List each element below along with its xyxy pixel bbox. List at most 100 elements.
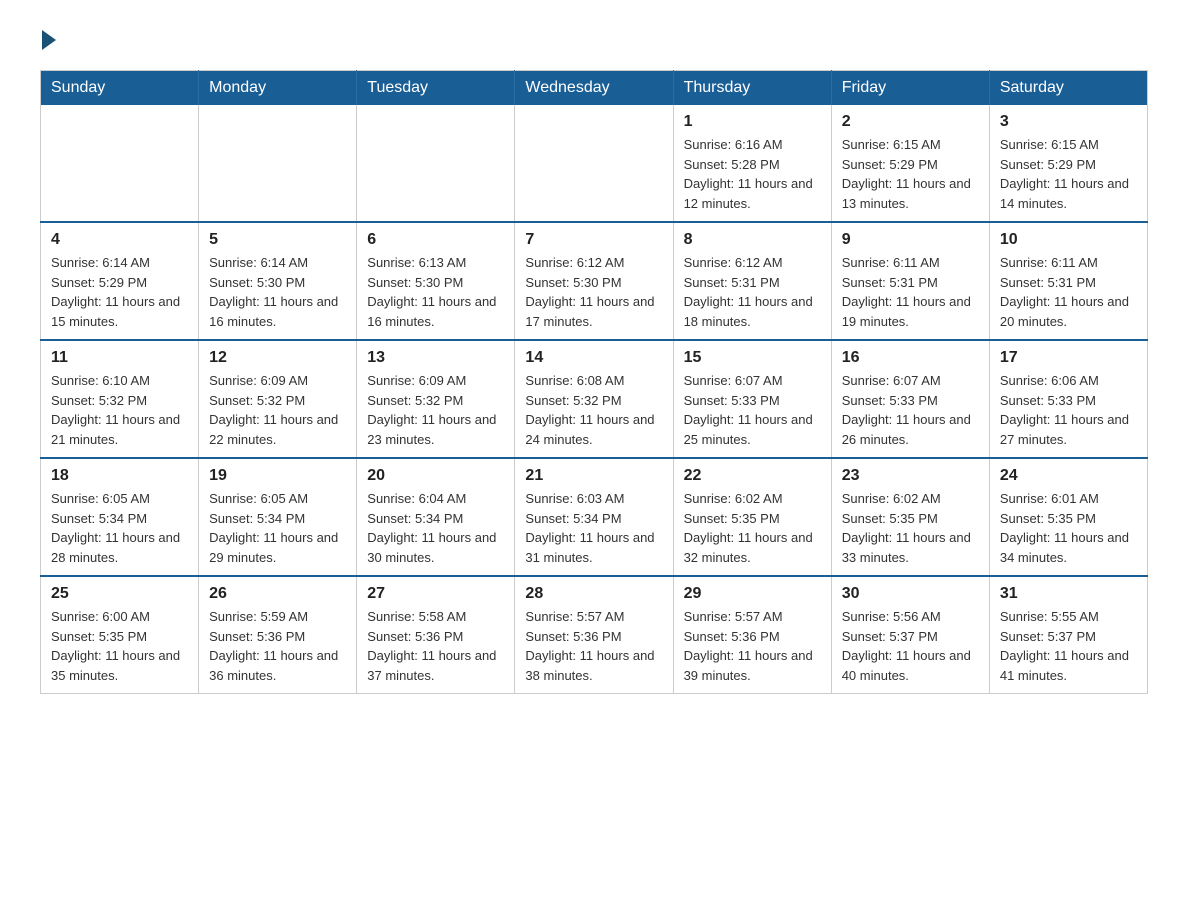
day-info: Sunrise: 5:57 AM Sunset: 5:36 PM Dayligh…	[684, 607, 821, 685]
day-number: 2	[842, 113, 979, 131]
day-info: Sunrise: 6:09 AM Sunset: 5:32 PM Dayligh…	[209, 371, 346, 449]
calendar-cell: 5 Sunrise: 6:14 AM Sunset: 5:30 PM Daylig…	[199, 222, 357, 340]
day-number: 14	[525, 349, 662, 367]
day-number: 5	[209, 231, 346, 249]
day-info: Sunrise: 6:15 AM Sunset: 5:29 PM Dayligh…	[842, 135, 979, 213]
calendar-week-5: 25 Sunrise: 6:00 AM Sunset: 5:35 PM Dayli…	[41, 576, 1148, 694]
calendar-week-4: 18 Sunrise: 6:05 AM Sunset: 5:34 PM Dayli…	[41, 458, 1148, 576]
day-info: Sunrise: 6:11 AM Sunset: 5:31 PM Dayligh…	[842, 253, 979, 331]
calendar-cell: 12 Sunrise: 6:09 AM Sunset: 5:32 PM Dayli…	[199, 340, 357, 458]
calendar-header-saturday: Saturday	[989, 71, 1147, 106]
day-number: 31	[1000, 585, 1137, 603]
day-info: Sunrise: 6:08 AM Sunset: 5:32 PM Dayligh…	[525, 371, 662, 449]
calendar-cell: 11Sunrise: 6:10 AM Sunset: 5:32 PM Dayli…	[41, 340, 199, 458]
day-number: 10	[1000, 231, 1137, 249]
day-number: 4	[51, 231, 188, 249]
calendar-cell: 17Sunrise: 6:06 AM Sunset: 5:33 PM Dayli…	[989, 340, 1147, 458]
calendar-cell	[199, 105, 357, 222]
calendar-header-friday: Friday	[831, 71, 989, 106]
day-info: Sunrise: 6:07 AM Sunset: 5:33 PM Dayligh…	[684, 371, 821, 449]
calendar-cell: 31 Sunrise: 5:55 AM Sunset: 5:37 PM Dayli…	[989, 576, 1147, 694]
day-number: 24	[1000, 467, 1137, 485]
calendar-cell: 3 Sunrise: 6:15 AM Sunset: 5:29 PM Daylig…	[989, 105, 1147, 222]
day-number: 30	[842, 585, 979, 603]
day-info: Sunrise: 5:58 AM Sunset: 5:36 PM Dayligh…	[367, 607, 504, 685]
day-info: Sunrise: 6:14 AM Sunset: 5:30 PM Dayligh…	[209, 253, 346, 331]
day-number: 21	[525, 467, 662, 485]
day-number: 3	[1000, 113, 1137, 131]
day-number: 6	[367, 231, 504, 249]
calendar-cell: 13 Sunrise: 6:09 AM Sunset: 5:32 PM Dayli…	[357, 340, 515, 458]
day-info: Sunrise: 6:01 AM Sunset: 5:35 PM Dayligh…	[1000, 489, 1137, 567]
calendar-table: SundayMondayTuesdayWednesdayThursdayFrid…	[40, 70, 1148, 694]
calendar-cell: 15Sunrise: 6:07 AM Sunset: 5:33 PM Dayli…	[673, 340, 831, 458]
calendar-cell: 23 Sunrise: 6:02 AM Sunset: 5:35 PM Dayli…	[831, 458, 989, 576]
day-info: Sunrise: 6:03 AM Sunset: 5:34 PM Dayligh…	[525, 489, 662, 567]
logo	[40, 30, 58, 50]
calendar-cell: 22Sunrise: 6:02 AM Sunset: 5:35 PM Dayli…	[673, 458, 831, 576]
calendar-header-sunday: Sunday	[41, 71, 199, 106]
calendar-week-2: 4 Sunrise: 6:14 AM Sunset: 5:29 PM Daylig…	[41, 222, 1148, 340]
day-info: Sunrise: 6:15 AM Sunset: 5:29 PM Dayligh…	[1000, 135, 1137, 213]
calendar-cell: 19 Sunrise: 6:05 AM Sunset: 5:34 PM Dayli…	[199, 458, 357, 576]
day-info: Sunrise: 6:14 AM Sunset: 5:29 PM Dayligh…	[51, 253, 188, 331]
day-number: 25	[51, 585, 188, 603]
day-number: 7	[525, 231, 662, 249]
calendar-cell: 28 Sunrise: 5:57 AM Sunset: 5:36 PM Dayli…	[515, 576, 673, 694]
logo-arrow-icon	[42, 30, 56, 50]
day-number: 9	[842, 231, 979, 249]
day-info: Sunrise: 5:57 AM Sunset: 5:36 PM Dayligh…	[525, 607, 662, 685]
calendar-header-thursday: Thursday	[673, 71, 831, 106]
day-info: Sunrise: 6:00 AM Sunset: 5:35 PM Dayligh…	[51, 607, 188, 685]
day-info: Sunrise: 6:07 AM Sunset: 5:33 PM Dayligh…	[842, 371, 979, 449]
calendar-cell: 2 Sunrise: 6:15 AM Sunset: 5:29 PM Daylig…	[831, 105, 989, 222]
day-info: Sunrise: 5:59 AM Sunset: 5:36 PM Dayligh…	[209, 607, 346, 685]
day-info: Sunrise: 6:10 AM Sunset: 5:32 PM Dayligh…	[51, 371, 188, 449]
day-info: Sunrise: 6:09 AM Sunset: 5:32 PM Dayligh…	[367, 371, 504, 449]
day-number: 28	[525, 585, 662, 603]
day-info: Sunrise: 6:04 AM Sunset: 5:34 PM Dayligh…	[367, 489, 504, 567]
day-info: Sunrise: 6:11 AM Sunset: 5:31 PM Dayligh…	[1000, 253, 1137, 331]
calendar-cell	[357, 105, 515, 222]
day-number: 26	[209, 585, 346, 603]
calendar-week-1: 1 Sunrise: 6:16 AM Sunset: 5:28 PM Daylig…	[41, 105, 1148, 222]
day-number: 18	[51, 467, 188, 485]
day-info: Sunrise: 5:55 AM Sunset: 5:37 PM Dayligh…	[1000, 607, 1137, 685]
calendar-cell: 8 Sunrise: 6:12 AM Sunset: 5:31 PM Daylig…	[673, 222, 831, 340]
day-number: 20	[367, 467, 504, 485]
calendar-cell: 16 Sunrise: 6:07 AM Sunset: 5:33 PM Dayli…	[831, 340, 989, 458]
calendar-header-tuesday: Tuesday	[357, 71, 515, 106]
day-number: 13	[367, 349, 504, 367]
calendar-cell	[515, 105, 673, 222]
calendar-cell: 14 Sunrise: 6:08 AM Sunset: 5:32 PM Dayli…	[515, 340, 673, 458]
day-info: Sunrise: 6:12 AM Sunset: 5:31 PM Dayligh…	[684, 253, 821, 331]
day-info: Sunrise: 6:12 AM Sunset: 5:30 PM Dayligh…	[525, 253, 662, 331]
day-info: Sunrise: 6:02 AM Sunset: 5:35 PM Dayligh…	[684, 489, 821, 567]
day-info: Sunrise: 6:05 AM Sunset: 5:34 PM Dayligh…	[51, 489, 188, 567]
day-info: Sunrise: 5:56 AM Sunset: 5:37 PM Dayligh…	[842, 607, 979, 685]
day-number: 1	[684, 113, 821, 131]
page-header	[40, 30, 1148, 50]
calendar-cell: 4 Sunrise: 6:14 AM Sunset: 5:29 PM Daylig…	[41, 222, 199, 340]
day-info: Sunrise: 6:16 AM Sunset: 5:28 PM Dayligh…	[684, 135, 821, 213]
day-info: Sunrise: 6:13 AM Sunset: 5:30 PM Dayligh…	[367, 253, 504, 331]
day-number: 29	[684, 585, 821, 603]
calendar-header-monday: Monday	[199, 71, 357, 106]
day-number: 23	[842, 467, 979, 485]
calendar-cell: 9 Sunrise: 6:11 AM Sunset: 5:31 PM Daylig…	[831, 222, 989, 340]
calendar-cell: 18 Sunrise: 6:05 AM Sunset: 5:34 PM Dayli…	[41, 458, 199, 576]
calendar-cell: 10 Sunrise: 6:11 AM Sunset: 5:31 PM Dayli…	[989, 222, 1147, 340]
calendar-header-row: SundayMondayTuesdayWednesdayThursdayFrid…	[41, 71, 1148, 106]
day-info: Sunrise: 6:02 AM Sunset: 5:35 PM Dayligh…	[842, 489, 979, 567]
day-number: 16	[842, 349, 979, 367]
day-number: 12	[209, 349, 346, 367]
day-info: Sunrise: 6:05 AM Sunset: 5:34 PM Dayligh…	[209, 489, 346, 567]
calendar-week-3: 11Sunrise: 6:10 AM Sunset: 5:32 PM Dayli…	[41, 340, 1148, 458]
calendar-cell: 29 Sunrise: 5:57 AM Sunset: 5:36 PM Dayli…	[673, 576, 831, 694]
calendar-cell: 7 Sunrise: 6:12 AM Sunset: 5:30 PM Daylig…	[515, 222, 673, 340]
day-number: 19	[209, 467, 346, 485]
calendar-cell: 27Sunrise: 5:58 AM Sunset: 5:36 PM Dayli…	[357, 576, 515, 694]
calendar-cell: 25 Sunrise: 6:00 AM Sunset: 5:35 PM Dayli…	[41, 576, 199, 694]
day-number: 8	[684, 231, 821, 249]
calendar-cell: 30 Sunrise: 5:56 AM Sunset: 5:37 PM Dayli…	[831, 576, 989, 694]
